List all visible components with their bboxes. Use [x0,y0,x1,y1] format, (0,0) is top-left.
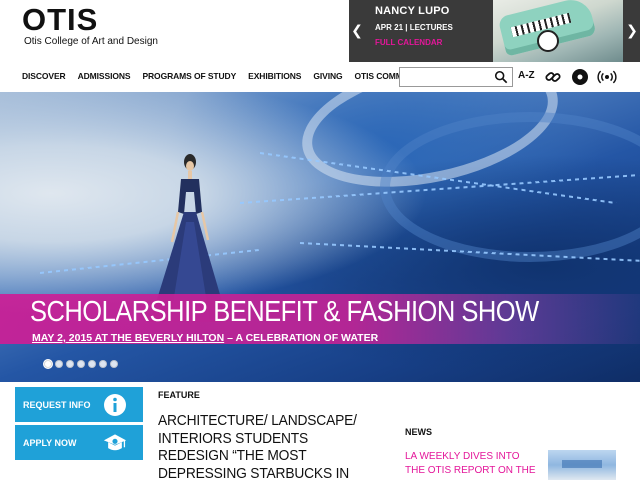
broadcast-icon[interactable] [597,67,617,87]
record-icon[interactable] [570,67,590,87]
hero-title[interactable]: SCHOLARSHIP BENEFIT & FASHION SHOW [30,296,539,329]
school-icon [103,434,127,451]
search-icon[interactable] [494,70,508,84]
slide-dot[interactable] [44,360,52,368]
full-calendar-link[interactable]: FULL CALENDAR [375,38,442,47]
search-box [399,67,513,87]
hero-event-link[interactable]: MAY 2, 2015 AT THE BEVERLY HILTON [32,332,224,344]
slide-dots [44,360,118,368]
request-info-label: REQUEST INFO [23,399,91,410]
nav-item-exhibitions[interactable]: EXHIBITIONS [248,71,301,81]
news-thumbnail[interactable] [548,450,616,480]
slide-dot[interactable] [55,360,63,368]
slide-dot[interactable] [110,360,118,368]
apply-now-button[interactable]: APPLY NOW [15,425,143,460]
event-carousel: ❮ NANCY LUPO APR 21 | LECTURES FULL CALE… [349,0,640,62]
news-label: NEWS [405,427,432,437]
nav-item-giving[interactable]: GIVING [313,71,342,81]
event-title[interactable]: NANCY LUPO [375,5,450,17]
hero-subtitle: MAY 2, 2015 AT THE BEVERLY HILTON – A CE… [32,332,378,344]
chevron-right-icon[interactable]: ❯ [624,0,640,62]
a-z-index-link[interactable]: A-Z [518,70,535,81]
news-headline[interactable]: LA WEEKLY DIVES INTO THE OTIS REPORT ON … [405,450,541,478]
info-icon [104,394,126,416]
search-input[interactable] [400,69,490,87]
slide-dot[interactable] [66,360,74,368]
nav-item-admissions[interactable]: ADMISSIONS [78,71,131,81]
feature-headline[interactable]: ARCHITECTURE/ LANDSCAPE/ INTERIORS STUDE… [158,412,379,480]
slide-dot[interactable] [77,360,85,368]
request-info-button[interactable]: REQUEST INFO [15,387,143,422]
nav-item-programs[interactable]: PROGRAMS OF STUDY [142,71,236,81]
chevron-left-icon[interactable]: ❮ [349,0,365,62]
news-thumbnail-detail [562,460,602,468]
nav-item-discover[interactable]: DISCOVER [22,71,66,81]
feature-label: FEATURE [158,390,200,400]
event-thumbnail[interactable] [493,0,623,62]
mascot-figure [537,30,559,52]
slide-dot[interactable] [88,360,96,368]
feature-panel: FEATURE ARCHITECTURE/ LANDSCAPE/ INTERIO… [150,382,399,480]
hero-subtitle-rest: – A CELEBRATION OF WATER [224,332,379,344]
link-icon[interactable] [543,67,563,87]
site-logo[interactable]: OTIS [22,4,98,35]
hero-slideshow[interactable]: SCHOLARSHIP BENEFIT & FASHION SHOW MAY 2… [0,92,640,382]
main-nav: DISCOVER ADMISSIONS PROGRAMS OF STUDY EX… [22,71,440,81]
site-tagline: Otis College of Art and Design [24,36,158,47]
event-date: APR 21 | LECTURES [375,23,453,32]
apply-now-label: APPLY NOW [23,437,77,448]
slide-dot[interactable] [99,360,107,368]
